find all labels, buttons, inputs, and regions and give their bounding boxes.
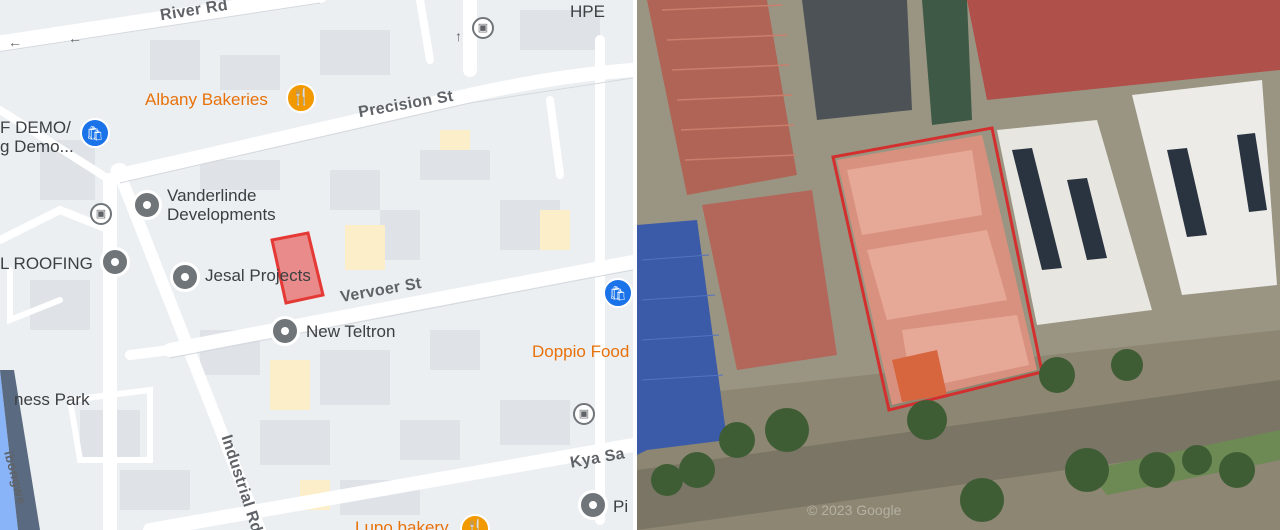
- place-label-roofing[interactable]: L ROOFING: [0, 254, 93, 274]
- bus-stop-icon[interactable]: ▣: [90, 203, 112, 225]
- split-view: River Rd Precision St Vervoer St Industr…: [0, 0, 1280, 530]
- location-pin-icon[interactable]: [100, 247, 130, 277]
- satellite-panel[interactable]: © 2023 Google: [637, 0, 1280, 530]
- shopping-bag-pin-icon[interactable]: 🛍: [603, 278, 633, 308]
- bus-stop-icon[interactable]: ▣: [472, 17, 494, 39]
- place-label-f-demo-line2[interactable]: g Demo...: [0, 137, 74, 157]
- place-label-business-park[interactable]: ness Park: [14, 390, 90, 410]
- location-pin-icon[interactable]: [270, 316, 300, 346]
- location-pin-icon[interactable]: [170, 262, 200, 292]
- map-watermark: © 2023 Google: [807, 502, 902, 518]
- place-label-f-demo-line1[interactable]: F DEMO/: [0, 118, 71, 138]
- satellite-canvas: [637, 0, 1280, 530]
- one-way-arrow-icon: ←: [8, 34, 22, 50]
- location-pin-icon[interactable]: [578, 490, 608, 520]
- one-way-arrow-icon: ↑: [455, 28, 462, 44]
- shopping-bag-pin-icon[interactable]: 🛍: [80, 118, 110, 148]
- place-label-jesal-projects[interactable]: Jesal Projects: [205, 266, 311, 286]
- road-map-canvas: [0, 0, 633, 530]
- road-map-panel[interactable]: River Rd Precision St Vervoer St Industr…: [0, 0, 633, 530]
- bus-stop-icon[interactable]: ▣: [573, 403, 595, 425]
- one-way-arrow-icon: ←: [68, 30, 82, 46]
- place-label-hpe[interactable]: HPE: [570, 2, 605, 22]
- place-label-new-teltron[interactable]: New Teltron: [306, 322, 395, 342]
- place-label-bottom-pin[interactable]: Pi: [613, 497, 628, 517]
- place-label-bottom-bakery[interactable]: Lupo bakery: [355, 518, 449, 530]
- place-label-doppio-food[interactable]: Doppio Food: [532, 342, 629, 362]
- place-label-albany-bakeries[interactable]: Albany Bakeries: [145, 90, 268, 110]
- restaurant-pin-icon[interactable]: 🍴: [286, 83, 316, 113]
- location-pin-icon[interactable]: [132, 190, 162, 220]
- place-label-vanderlinde-line2[interactable]: Developments: [167, 205, 276, 225]
- place-label-vanderlinde-line1[interactable]: Vanderlinde: [167, 186, 256, 206]
